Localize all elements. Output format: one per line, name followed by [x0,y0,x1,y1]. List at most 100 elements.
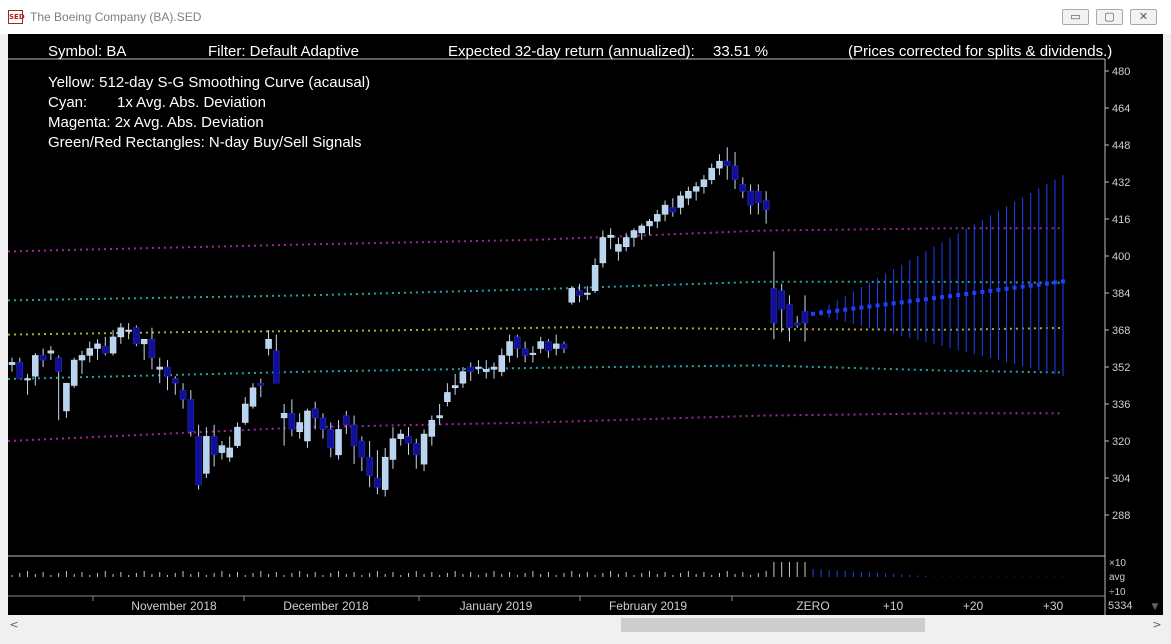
candle-body [218,445,226,453]
forecast-point [907,299,912,304]
candle-body [148,339,156,358]
candle-body [521,348,529,356]
chart-panel: 480 464 448 432 416 400 384 368 352 336 320 304 288 … [8,34,1163,615]
smoothing-curve [8,326,1064,336]
window-title: The Boeing Company (BA).SED [30,10,202,24]
y-tick-label: 320 [1112,436,1130,448]
forecast-point [819,310,824,315]
candle-body [249,387,257,407]
forecast-point [948,294,953,299]
candle-body [47,350,55,354]
candle-body [102,345,109,354]
candle-body [203,436,210,474]
y-tick-label: 448 [1112,140,1130,152]
candle-body [475,366,482,369]
candle-body [786,304,793,328]
candle-body [343,415,350,426]
x-axis-label: +20 [963,599,984,613]
candle-body [32,355,39,377]
forecast-point [915,298,920,303]
legend-yellow: Yellow: 512-day S-G Smoothing Curve (aca… [48,74,370,91]
candle-body [280,413,288,419]
y-tick-label: 480 [1112,66,1130,78]
price-correction-note: (Prices corrected for splits & dividends… [848,43,1112,60]
candle-body [397,433,404,439]
candle-body [801,311,809,324]
forecast-point [1044,281,1049,286]
forecast-point [827,309,832,314]
candle-body [661,204,669,215]
candle-body [692,186,700,192]
scroll-left-arrow-icon[interactable]: < [6,617,22,633]
candle-body [179,389,187,400]
forecast-point [1004,286,1009,291]
forecast-point [972,290,977,295]
scrollbar-thumb[interactable] [621,618,925,632]
candle-body [164,366,171,377]
candle-body [350,424,358,446]
candle-body [490,366,498,370]
candle-body [172,378,179,384]
candle-body [739,184,747,192]
candle-body [552,343,560,349]
candle-body [762,200,770,210]
forecast-point [859,305,864,310]
candle-body [109,336,117,354]
two-dev-lower-line [8,412,1063,442]
candle-body [8,362,16,365]
y-tick-label: 432 [1112,177,1130,189]
minimize-button[interactable]: ▭ [1062,9,1089,25]
scroll-down-arrow-icon[interactable]: ▼ [1148,600,1162,614]
candle-body [716,160,723,169]
candle-body [226,447,233,458]
forecast-point [1052,280,1057,285]
candle-body [560,343,568,349]
candle-body [389,438,397,460]
y-tick-label: 368 [1112,325,1130,337]
window-bottom-edge [0,635,1171,644]
candle-body [311,408,319,419]
close-button[interactable]: ✕ [1130,9,1157,25]
candle-body [381,456,389,490]
candle-body [584,292,591,295]
forecast-point [835,308,840,313]
scroll-right-arrow-icon[interactable]: > [1149,617,1165,633]
candle-body [444,392,451,402]
forecast-point [811,311,815,316]
forecast-point [940,295,945,300]
candle-body [16,362,24,379]
forecast-point [964,291,969,296]
candle-body [86,348,93,356]
candle-body [669,207,677,213]
candle-body [187,399,195,432]
candle-body [125,329,132,332]
candle-body [708,167,715,180]
forecast-point [899,300,904,305]
legend-cyan-key: Cyan: [48,94,87,111]
price-chart[interactable]: 480464448432416400384368352336320304288 … [8,34,1163,615]
forecast-point [867,304,872,309]
forecast-point [988,288,993,293]
candle-body [545,341,552,352]
filter-label: Filter: Default Adaptive [208,43,359,60]
candle-body [63,382,70,412]
forecast-point [875,303,880,308]
forecast-point [1028,283,1033,288]
candle-body [506,341,513,356]
candle-body [607,234,614,238]
candle-body [140,339,148,345]
legend-rectangles: Green/Red Rectangles: N-day Buy/Sell Sig… [48,134,362,151]
candle-body [638,225,645,234]
candle-body [319,417,327,430]
forecast-point [851,306,856,311]
candle-body [630,230,638,238]
candle-body [599,237,607,264]
horizontal-scrollbar[interactable]: < > [0,615,1171,635]
x-axis-label: November 2018 [131,599,217,613]
candle-body [420,433,428,465]
forecast-point [1061,279,1065,284]
x-axis-label: February 2019 [609,599,687,613]
candle-body [288,413,296,430]
candle-body [514,336,521,349]
maximize-button[interactable]: ▢ [1096,9,1123,25]
